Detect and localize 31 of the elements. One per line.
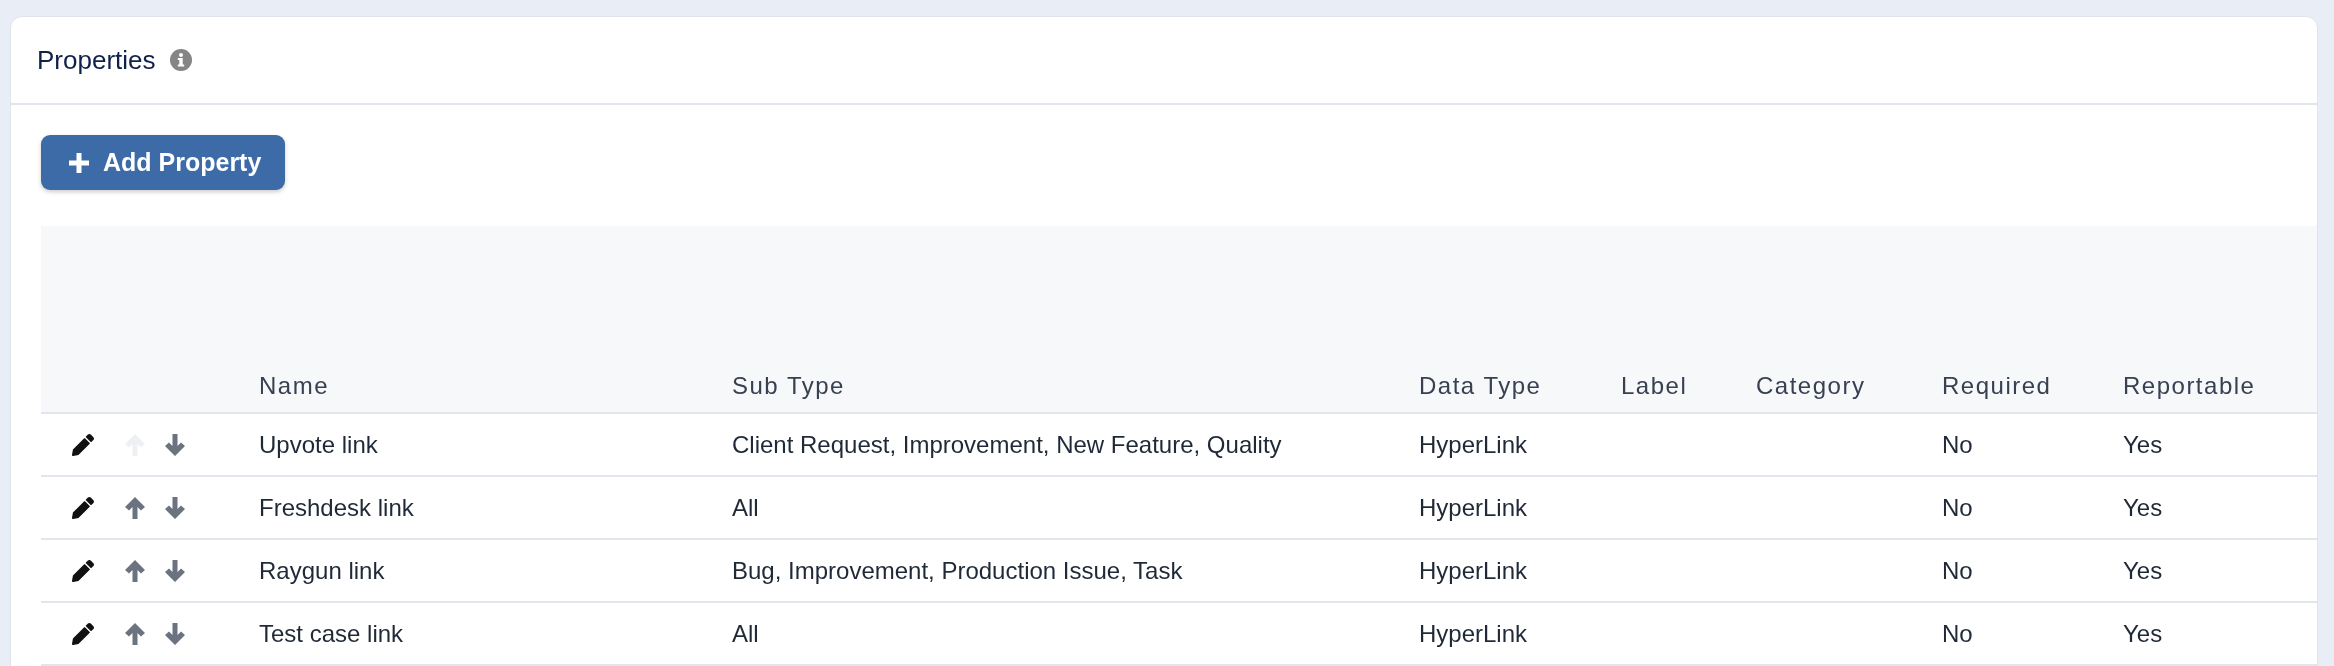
table-cell: HyperLink — [1419, 556, 1528, 584]
table-cell: Yes — [2123, 493, 2163, 521]
plus-icon — [69, 152, 89, 173]
column-header[interactable]: Sub Type — [732, 372, 845, 399]
table-cell: Bug, Improvement, Production Issue, Task — [732, 556, 1183, 584]
table-cell: No — [1942, 556, 1973, 584]
table-cell: All — [732, 619, 759, 647]
column-header[interactable]: Label — [1621, 372, 1688, 399]
table-cell: No — [1942, 493, 1973, 521]
table-cell: Client Request, Improvement, New Feature, Quality — [732, 430, 1282, 458]
table-cell: HyperLink — [1419, 619, 1528, 647]
panel-title: Properties — [37, 44, 156, 76]
table-cell: Upvote link — [259, 430, 378, 458]
table-cell: Yes — [2123, 556, 2163, 584]
table-cell: Yes — [2123, 619, 2163, 647]
column-header[interactable]: Category — [1756, 372, 1866, 399]
table-cell: No — [1942, 430, 1973, 458]
table-cell: Yes — [2123, 430, 2163, 458]
table-cell: HyperLink — [1419, 493, 1528, 521]
column-header[interactable]: Data Type — [1419, 372, 1542, 399]
add-property-button[interactable]: Add Property — [41, 135, 286, 190]
column-header[interactable]: Name — [259, 372, 330, 399]
table-cell: Test case link — [259, 619, 404, 647]
info-icon[interactable] — [169, 49, 192, 71]
table-cell: Freshdesk link — [259, 493, 414, 521]
column-header[interactable]: Reportable — [2123, 372, 2256, 399]
column-header[interactable]: Required — [1942, 372, 2052, 399]
table-cell: All — [732, 493, 759, 521]
table-cell: No — [1942, 619, 1973, 647]
table-cell: Raygun link — [259, 556, 385, 584]
table-cell: HyperLink — [1419, 430, 1528, 458]
